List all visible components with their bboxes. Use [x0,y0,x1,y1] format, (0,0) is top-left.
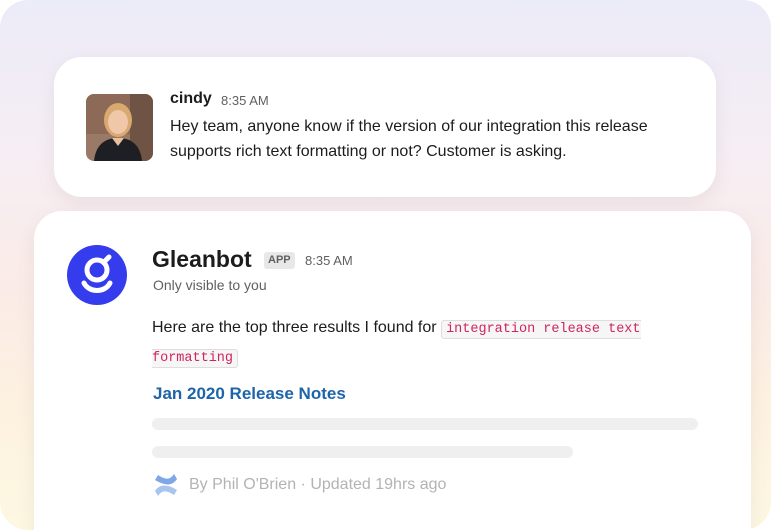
gleanbot-logo-icon[interactable] [67,245,127,305]
bot-message-timestamp[interactable]: 8:35 AM [305,253,353,268]
avatar-photo-icon [86,94,153,161]
bot-intro-text: Here are the top three results I found f… [152,314,722,372]
user-message-text: Hey team, anyone know if the version of … [170,118,648,160]
user-avatar[interactable] [86,94,153,161]
background-panel: cindy 8:35 AM Hey team, anyone know if t… [0,0,771,530]
user-message-timestamp[interactable]: 8:35 AM [221,93,269,108]
result-snippet-placeholder [152,418,698,430]
app-badge: APP [264,252,295,269]
user-name[interactable]: cindy [170,90,212,108]
bot-name[interactable]: Gleanbot [152,246,252,273]
result-link[interactable]: Jan 2020 Release Notes [153,384,346,404]
confluence-icon [153,472,179,498]
glean-g-icon [81,254,113,293]
bot-intro-label: Here are the top three results I found f… [152,319,437,336]
result-meta: By Phil O'Brien · Updated 19hrs ago [189,476,447,493]
result-snippet-placeholder [152,446,573,458]
visibility-note: Only visible to you [153,277,267,293]
